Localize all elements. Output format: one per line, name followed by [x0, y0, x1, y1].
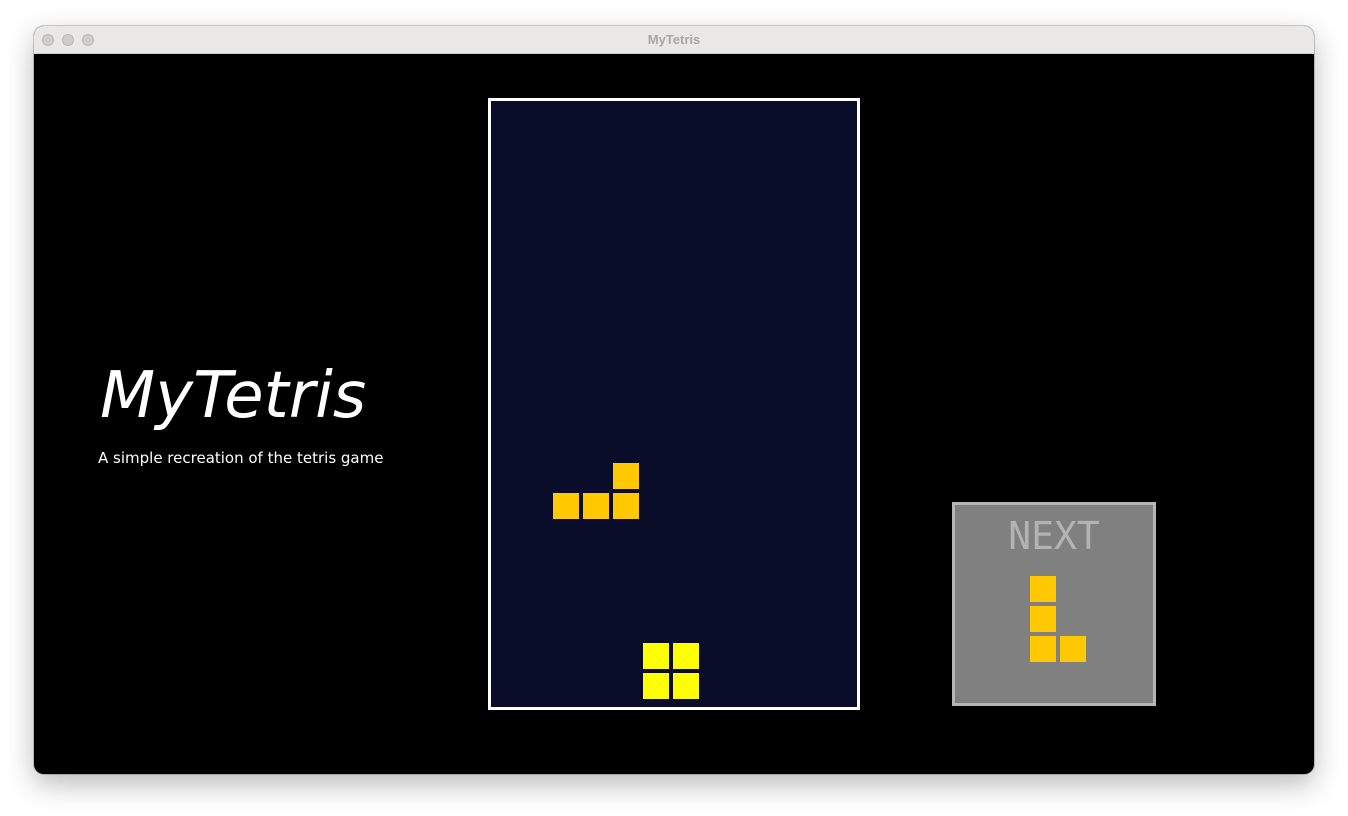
game-title: MyTetris — [100, 359, 367, 433]
landed-piece-block — [673, 643, 699, 669]
next-piece-panel: NEXT — [952, 502, 1156, 706]
game-area[interactable]: MyTetris A simple recreation of the tetr… — [34, 54, 1314, 774]
playfield[interactable] — [488, 98, 860, 710]
title-bar[interactable]: MyTetris — [34, 26, 1314, 54]
falling-piece-block — [583, 493, 609, 519]
landed-piece-block — [643, 643, 669, 669]
app-window: MyTetris MyTetris A simple recreation of… — [34, 26, 1314, 774]
next-piece-block — [1030, 606, 1056, 632]
landed-piece-block — [643, 673, 669, 699]
falling-piece-block — [613, 463, 639, 489]
next-piece-block — [1030, 576, 1056, 602]
landed-piece-block — [673, 673, 699, 699]
window-title: MyTetris — [647, 32, 701, 47]
falling-piece-block — [553, 493, 579, 519]
falling-piece-block — [613, 493, 639, 519]
next-piece-block — [1030, 636, 1056, 662]
game-subtitle: A simple recreation of the tetris game — [98, 449, 384, 467]
next-piece-block — [1060, 636, 1086, 662]
next-label: NEXT — [1008, 514, 1100, 558]
